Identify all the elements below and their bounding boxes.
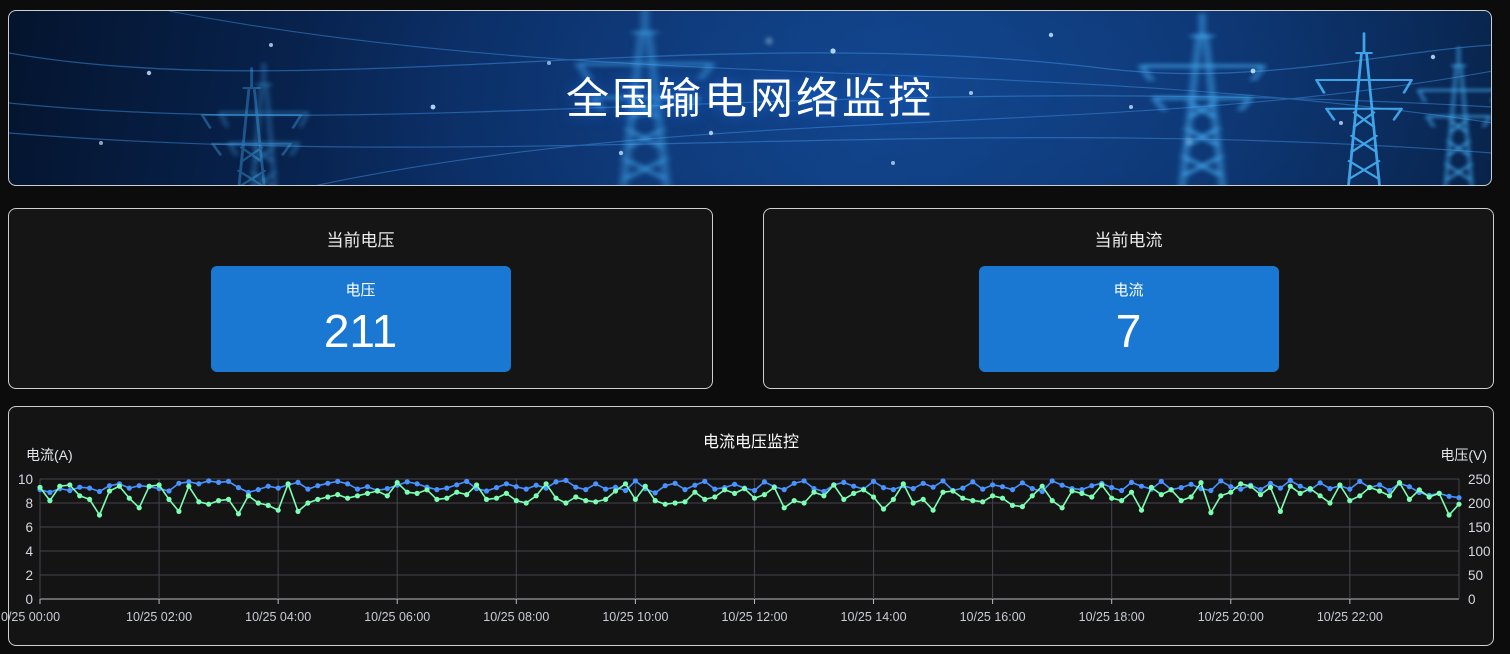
svg-text:10/25 08:00: 10/25 08:00 (483, 610, 549, 624)
svg-text:100: 100 (1468, 544, 1491, 559)
svg-text:150: 150 (1468, 520, 1491, 535)
current-card: 当前电流 电流 7 (763, 208, 1494, 389)
svg-text:10/25 06:00: 10/25 06:00 (364, 610, 430, 624)
svg-text:2: 2 (25, 568, 33, 583)
voltage-card-title: 当前电压 (326, 231, 395, 250)
svg-text:0: 0 (1468, 592, 1476, 607)
svg-text:10/25 12:00: 10/25 12:00 (721, 610, 787, 624)
svg-text:10/25 14:00: 10/25 14:00 (841, 610, 907, 624)
current-gauge: 电流 7 (978, 266, 1279, 372)
svg-text:0/25 00:00: 0/25 00:00 (1, 610, 60, 624)
svg-text:电压(V): 电压(V) (1440, 447, 1487, 463)
current-gauge-label: 电流 (1113, 282, 1144, 299)
svg-text:10/25 02:00: 10/25 02:00 (126, 610, 192, 624)
series-电流 (37, 480, 1462, 518)
svg-text:10/25 18:00: 10/25 18:00 (1079, 610, 1145, 624)
svg-text:10/25 20:00: 10/25 20:00 (1198, 610, 1264, 624)
page-title: 全国输电网络监控 (566, 75, 934, 124)
svg-text:10/25 22:00: 10/25 22:00 (1317, 610, 1383, 624)
chart-axes: 0 02 504 1006 1508 20010 2500/25 00:00 10/25 02… (1, 447, 1491, 624)
header-banner: 全国输电网络监控 (8, 10, 1492, 186)
line-chart-card: 电流电压监控 0 0 2 50 4 100 6 150 8 200 10 250 0/25 00:00 1… (1, 406, 1494, 646)
current-card-title: 当前电流 (1094, 231, 1163, 250)
svg-text:4: 4 (25, 544, 33, 559)
svg-text:10/25 16:00: 10/25 16:00 (960, 610, 1026, 624)
voltage-gauge-label: 电压 (345, 282, 376, 299)
stat-cards-row: 当前电压 电压 211 当前电流 电流 7 (8, 208, 1494, 389)
current-gauge-value: 7 (1115, 305, 1142, 357)
voltage-gauge-value: 211 (323, 305, 398, 357)
svg-text:电流(A): 电流(A) (26, 447, 73, 463)
svg-text:10/25 04:00: 10/25 04:00 (245, 610, 311, 624)
svg-text:8: 8 (25, 496, 33, 511)
svg-text:10/25 10:00: 10/25 10:00 (602, 610, 668, 624)
svg-text:200: 200 (1468, 496, 1491, 511)
svg-text:0: 0 (25, 592, 33, 607)
svg-text:50: 50 (1468, 568, 1483, 583)
svg-text:6: 6 (25, 520, 33, 535)
chart-grid (39, 478, 1460, 604)
chart-series (37, 477, 1462, 518)
svg-text:10: 10 (18, 472, 33, 487)
voltage-gauge: 电压 211 (210, 266, 511, 372)
svg-text:250: 250 (1468, 472, 1491, 487)
current-voltage-line-chart[interactable]: 0 02 504 1006 1508 20010 2500/25 00:00 10/25 02… (1, 407, 1493, 645)
voltage-card: 当前电压 电压 211 (8, 208, 713, 389)
